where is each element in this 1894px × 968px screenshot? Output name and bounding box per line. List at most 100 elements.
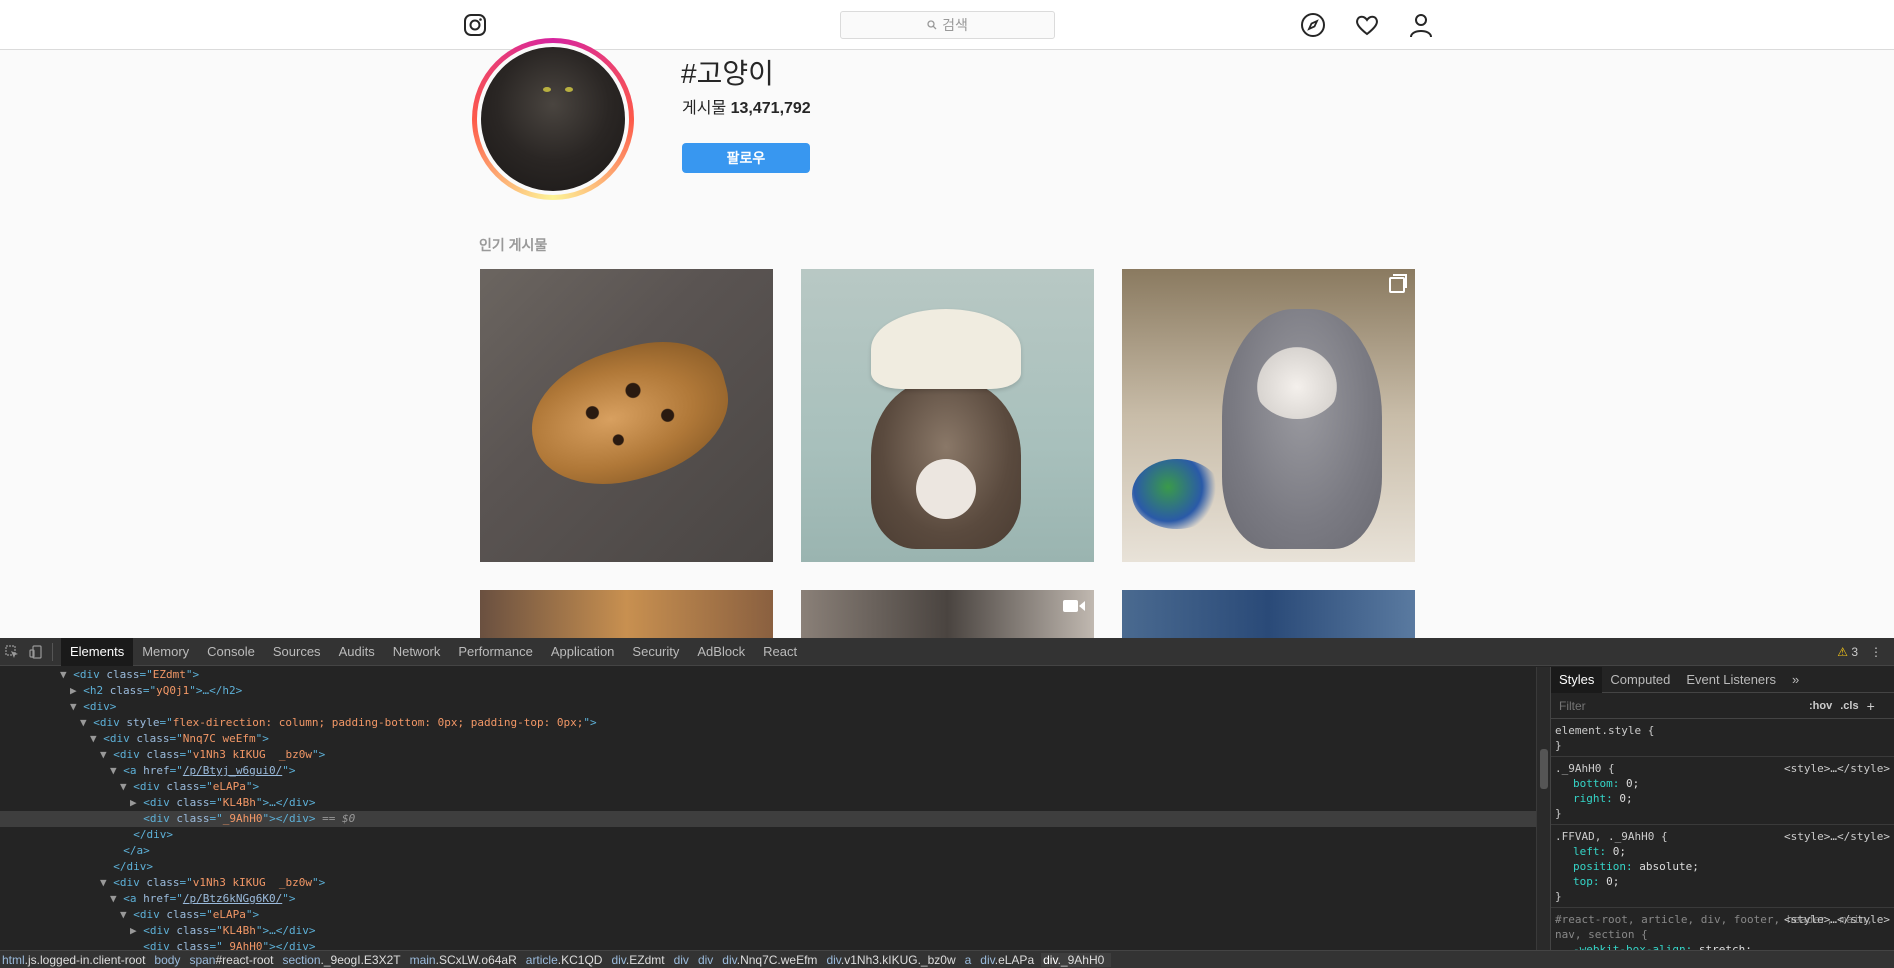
inspect-element-icon[interactable] [0, 638, 24, 666]
tab-sources[interactable]: Sources [264, 638, 330, 666]
expand-toggle-icon[interactable]: ▼ [90, 732, 103, 745]
dom-node-row[interactable]: ▼ <div class="Nnq7C weEfm"> [0, 731, 1536, 747]
dom-node-row[interactable]: ▶ <h2 class="yQ0j1">…</h2> [0, 683, 1536, 699]
expand-toggle-icon[interactable] [130, 940, 143, 950]
post-thumbnail[interactable] [480, 590, 773, 638]
expand-toggle-icon[interactable] [120, 828, 133, 841]
dom-attr-value[interactable]: /p/Btz6kNGg6K0/ [183, 892, 282, 905]
tab-elements[interactable]: Elements [61, 637, 134, 666]
dom-node-row[interactable]: ▼ <div class="v1Nh3 kIKUG _bz0w"> [0, 875, 1536, 891]
css-property[interactable]: top: 0; [1555, 874, 1890, 889]
dom-node-row[interactable]: ▼ <div style="flex-direction: column; pa… [0, 715, 1536, 731]
expand-toggle-icon[interactable]: ▼ [110, 892, 123, 905]
css-property[interactable]: position: absolute; [1555, 859, 1890, 874]
dom-node-row[interactable]: </div> [0, 827, 1536, 843]
expand-toggle-icon[interactable]: ▶ [70, 684, 83, 697]
post-thumbnail[interactable] [801, 590, 1094, 638]
breadcrumb-item[interactable]: div._9AhH0 [1041, 952, 1112, 967]
dom-node-row[interactable]: </a> [0, 843, 1536, 859]
breadcrumb-item[interactable]: span#react-root [187, 953, 280, 967]
breadcrumb-item[interactable]: div.Nnq7C.weEfm [720, 953, 824, 967]
styles-tab-styles[interactable]: Styles [1551, 667, 1603, 693]
css-property[interactable]: -webkit-box-align: stretch; [1555, 942, 1890, 950]
breadcrumb-item[interactable]: article.KC1QD [524, 953, 610, 967]
follow-button[interactable]: 팔로우 [682, 143, 810, 173]
post-thumbnail[interactable] [1122, 269, 1415, 562]
tab-adblock[interactable]: AdBlock [688, 638, 754, 666]
css-property[interactable]: bottom: 0; [1555, 776, 1890, 791]
css-value[interactable]: stretch; [1699, 943, 1752, 950]
tab-memory[interactable]: Memory [133, 638, 198, 666]
rule-source-link[interactable]: <style>…</style> [1784, 829, 1890, 844]
rule-source-link[interactable]: <style>…</style> [1784, 912, 1890, 927]
expand-toggle-icon[interactable]: ▼ [60, 668, 73, 681]
dom-node-row[interactable]: ▼ <div class="EZdmt"> [0, 667, 1536, 683]
styles-filter-input[interactable] [1555, 696, 1801, 715]
expand-toggle-icon[interactable]: ▶ [130, 796, 143, 809]
breadcrumb-item[interactable]: div [696, 953, 720, 967]
breadcrumb-item[interactable]: div.eLAPa [978, 953, 1041, 967]
heart-icon[interactable] [1354, 12, 1380, 38]
dom-node-row[interactable]: ▼ <div class="v1Nh3 kIKUG _bz0w"> [0, 747, 1536, 763]
elements-scrollbar[interactable] [1536, 667, 1550, 950]
post-thumbnail[interactable] [480, 269, 773, 562]
warning-badge[interactable]: ⚠ 3 [1837, 645, 1858, 659]
breadcrumb-item[interactable]: html.js.logged-in.client-root [0, 953, 152, 967]
expand-toggle-icon[interactable]: ▼ [70, 700, 83, 713]
user-icon[interactable] [1408, 12, 1434, 38]
search-input[interactable]: 검색 [840, 11, 1055, 39]
css-value[interactable]: 0; [1626, 777, 1639, 790]
dom-node-row[interactable]: </div> [0, 859, 1536, 875]
compass-icon[interactable] [1300, 12, 1326, 38]
css-value[interactable]: absolute; [1639, 860, 1699, 873]
device-toolbar-icon[interactable] [24, 638, 48, 666]
expand-toggle-icon[interactable] [130, 812, 143, 825]
css-property[interactable]: right: 0; [1555, 791, 1890, 806]
post-thumbnail[interactable] [801, 269, 1094, 562]
class-toggle[interactable]: .cls [1840, 700, 1858, 712]
dom-node-row[interactable]: ▼ <div class="eLAPa"> [0, 779, 1536, 795]
styles-tab-event-listeners[interactable]: Event Listeners [1678, 667, 1784, 693]
more-options-icon[interactable]: ⋮ [1870, 645, 1882, 659]
dom-node-row[interactable]: ▼ <a href="/p/Btyj_w6gui0/"> [0, 763, 1536, 779]
add-rule-button[interactable]: + [1867, 698, 1875, 714]
styles-tab-computed[interactable]: Computed [1602, 667, 1678, 693]
dom-attr-value[interactable]: /p/Btyj_w6gui0/ [183, 764, 282, 777]
expand-toggle-icon[interactable] [110, 844, 123, 857]
css-value[interactable]: 0; [1613, 845, 1626, 858]
styles-tab-more[interactable]: » [1784, 667, 1807, 693]
dom-node-row[interactable]: ▼ <a href="/p/Btz6kNGg6K0/"> [0, 891, 1536, 907]
expand-toggle-icon[interactable]: ▼ [100, 876, 113, 889]
expand-toggle-icon[interactable] [100, 860, 113, 873]
breadcrumb-item[interactable]: main.SCxLW.o64aR [408, 953, 524, 967]
dom-node-row[interactable]: ▼ <div class="eLAPa"> [0, 907, 1536, 923]
instagram-logo-icon[interactable] [463, 13, 487, 37]
tab-performance[interactable]: Performance [449, 638, 541, 666]
tab-application[interactable]: Application [542, 638, 624, 666]
tab-network[interactable]: Network [384, 638, 450, 666]
elements-tree[interactable]: ▼ <div class="EZdmt"> ▶ <h2 class="yQ0j1"… [0, 667, 1536, 950]
dom-node-row[interactable]: ▶ <div class="KL4Bh">…</div> [0, 923, 1536, 939]
dom-node-row[interactable]: ▼ <div> [0, 699, 1536, 715]
dom-node-row[interactable]: <div class="_9AhH0"></div> [0, 939, 1536, 950]
breadcrumb-item[interactable]: div.v1Nh3.kIKUG._bz0w [824, 953, 962, 967]
tab-console[interactable]: Console [198, 638, 264, 666]
expand-toggle-icon[interactable]: ▼ [80, 716, 93, 729]
css-property[interactable]: left: 0; [1555, 844, 1890, 859]
css-value[interactable]: 0; [1619, 792, 1632, 805]
post-thumbnail[interactable] [1122, 590, 1415, 638]
tab-audits[interactable]: Audits [330, 638, 384, 666]
tab-security[interactable]: Security [623, 638, 688, 666]
breadcrumb-item[interactable]: div.EZdmt [609, 953, 671, 967]
expand-toggle-icon[interactable]: ▼ [100, 748, 113, 761]
breadcrumb-item[interactable]: div [672, 953, 696, 967]
css-value[interactable]: 0; [1606, 875, 1619, 888]
rule-source-link[interactable]: <style>…</style> [1784, 761, 1890, 776]
tab-react[interactable]: React [754, 638, 806, 666]
expand-toggle-icon[interactable]: ▼ [120, 908, 133, 921]
expand-toggle-icon[interactable]: ▼ [110, 764, 123, 777]
breadcrumb-item[interactable]: section._9eogI.E3X2T [281, 953, 408, 967]
dom-node-row[interactable]: <div class="_9AhH0"></div> == $0 [0, 811, 1536, 827]
expand-toggle-icon[interactable]: ▶ [130, 924, 143, 937]
breadcrumb-item[interactable]: body [152, 953, 187, 967]
